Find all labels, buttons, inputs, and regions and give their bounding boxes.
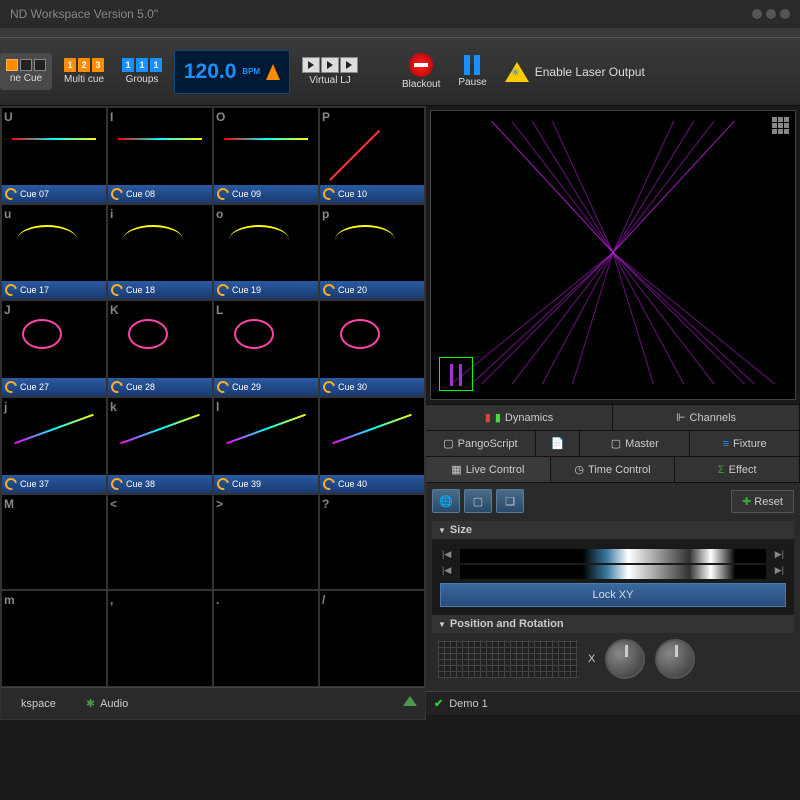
windows-button[interactable]: ❏	[496, 489, 524, 513]
enable-laser-label: Enable Laser Output	[535, 65, 645, 79]
pause-button[interactable]: Pause	[452, 51, 492, 92]
preview-pane: ▮▮Dynamics ⊩Channels ▢PangoScript 📄 ▢Mas…	[426, 106, 800, 720]
cue-grid: UCue 07ICue 08OCue 09PCue 10 uCue 17iCue …	[0, 106, 426, 720]
position-grid[interactable]	[438, 640, 578, 678]
menu-strip	[0, 28, 800, 38]
tab-page[interactable]: 📄	[536, 431, 581, 456]
cue-cell[interactable]: ?	[319, 494, 425, 591]
expand-icon[interactable]	[403, 696, 417, 706]
screen-button[interactable]: ▢	[464, 489, 492, 513]
window-controls[interactable]	[752, 9, 790, 19]
laser-preview	[451, 121, 775, 384]
tab-fixture[interactable]: ≡Fixture	[690, 431, 800, 456]
posrot-header[interactable]: Position and Rotation	[432, 615, 794, 633]
cue-cell[interactable]: oCue 19	[213, 204, 319, 301]
groups-label: Groups	[126, 74, 159, 85]
toolbar: ne Cue 123 Multi cue 111 Groups 120.0BPM…	[0, 38, 800, 106]
size-slider-x[interactable]	[460, 549, 766, 563]
app-title: ND Workspace Version 5.0"	[10, 7, 158, 21]
cue-cell[interactable]: PCue 10	[319, 107, 425, 204]
groups-button[interactable]: 111 Groups	[116, 54, 168, 89]
cue-cell[interactable]: m	[1, 590, 107, 687]
cue-cell[interactable]: M	[1, 494, 107, 591]
size-slider-y[interactable]	[460, 565, 766, 579]
cue-cell[interactable]: lCue 39	[213, 397, 319, 494]
lockxy-button[interactable]: Lock XY	[440, 583, 786, 607]
cue-cell[interactable]: kCue 38	[107, 397, 213, 494]
control-tabs: ▮▮Dynamics ⊩Channels ▢PangoScript 📄 ▢Mas…	[426, 404, 800, 691]
cue-cell[interactable]: OCue 09	[213, 107, 319, 204]
bpm-value: 120.0	[184, 60, 237, 84]
x-label: X	[588, 653, 595, 665]
tab-livecontrol[interactable]: ▦Live Control	[426, 457, 551, 482]
cue-cell[interactable]: .	[213, 590, 319, 687]
titlebar: ND Workspace Version 5.0"	[0, 0, 800, 28]
cue-cell[interactable]: UCue 07	[1, 107, 107, 204]
cue-cell[interactable]: KCue 28	[107, 300, 213, 397]
blackout-button[interactable]: Blackout	[396, 49, 446, 94]
cue-cell[interactable]: Cue 40	[319, 397, 425, 494]
tab-effect[interactable]: ΣEffect	[675, 457, 800, 482]
globe-button[interactable]: 🌐	[432, 489, 460, 513]
multicue-label: Multi cue	[64, 74, 104, 85]
cue-cell[interactable]: JCue 27	[1, 300, 107, 397]
cue-cell[interactable]: /	[319, 590, 425, 687]
blackout-label: Blackout	[402, 79, 440, 90]
bottom-tabs: kspace ✱Audio	[1, 687, 425, 719]
virtuallj-button[interactable]: Virtual LJ	[296, 53, 364, 90]
warning-icon	[505, 62, 529, 82]
zone-indicator[interactable]	[439, 357, 473, 391]
cue-cell[interactable]: pCue 20	[319, 204, 425, 301]
status-demo: Demo 1	[449, 698, 488, 710]
metronome-icon	[266, 64, 280, 80]
cue-cell[interactable]: iCue 18	[107, 204, 213, 301]
onecue-button[interactable]: ne Cue	[0, 53, 52, 90]
bpm-display[interactable]: 120.0BPM	[174, 50, 290, 94]
rotation-knob-2[interactable]	[655, 639, 695, 679]
cue-cell[interactable]: Cue 30	[319, 300, 425, 397]
cue-cell[interactable]: LCue 29	[213, 300, 319, 397]
onecue-label: ne Cue	[10, 73, 42, 84]
multicue-button[interactable]: 123 Multi cue	[58, 54, 110, 89]
virtuallj-label: Virtual LJ	[309, 75, 351, 86]
reset-button[interactable]: ✚ Reset	[731, 490, 794, 513]
tab-timecontrol[interactable]: ◷Time Control	[551, 457, 676, 482]
statusbar: ✔ Demo 1	[426, 691, 800, 715]
pause-label: Pause	[458, 77, 486, 88]
tab-pangoscript[interactable]: ▢PangoScript	[426, 431, 536, 456]
tab-channels[interactable]: ⊩Channels	[613, 405, 800, 430]
cue-cell[interactable]: <	[107, 494, 213, 591]
tab-master[interactable]: ▢Master	[580, 431, 690, 456]
stop-icon	[409, 53, 433, 77]
cue-cell[interactable]: ,	[107, 590, 213, 687]
enable-laser-button[interactable]: Enable Laser Output	[499, 58, 651, 86]
workspace-tab[interactable]: kspace	[11, 694, 66, 714]
rotation-knob-1[interactable]	[605, 639, 645, 679]
size-header[interactable]: Size	[432, 521, 794, 539]
audio-tab[interactable]: ✱Audio	[76, 693, 138, 714]
preview-window[interactable]	[430, 110, 796, 400]
cue-cell[interactable]: uCue 17	[1, 204, 107, 301]
cue-cell[interactable]: ICue 08	[107, 107, 213, 204]
pause-icon	[464, 55, 482, 75]
cue-cell[interactable]: >	[213, 494, 319, 591]
check-icon: ✔	[434, 697, 443, 710]
tab-dynamics[interactable]: ▮▮Dynamics	[426, 405, 613, 430]
cue-cell[interactable]: jCue 37	[1, 397, 107, 494]
